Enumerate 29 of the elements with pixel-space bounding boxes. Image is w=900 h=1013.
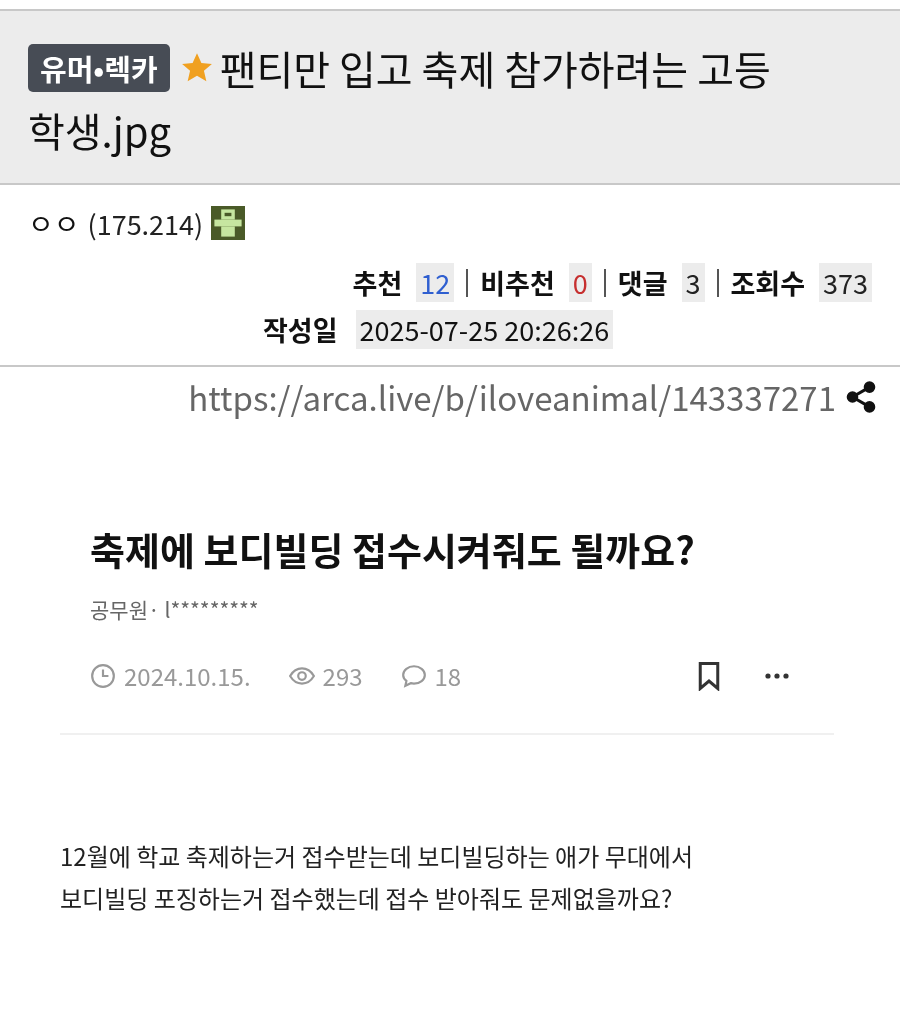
category-tag[interactable]: 유머•렉카 — [28, 44, 170, 92]
author-name[interactable]: ㅇㅇ — [28, 203, 80, 243]
speech-bubble-icon — [400, 662, 427, 689]
post-url[interactable]: https://arca.live/b/iloveanimal/143337271 — [188, 373, 836, 421]
stat-value: 12 — [416, 263, 455, 302]
stat-label: 조회수 — [730, 263, 806, 302]
stat-value: 3 — [681, 263, 705, 302]
pixel-avatar-icon — [211, 206, 246, 240]
date-label: 작성일 — [263, 310, 338, 349]
question-author: 공무원· l********* — [90, 594, 260, 624]
bookmark-icon[interactable] — [696, 660, 722, 691]
post-title-line: 팬티만 입고 축제 참가하려는 고등 — [219, 38, 771, 99]
stat-value: 0 — [568, 263, 592, 302]
stat-label: 댓글 — [617, 263, 668, 302]
clock-icon — [90, 662, 116, 689]
view-count: 293 — [322, 658, 363, 693]
question-title: 축제에 보디빌딩 접수시켜줘도 될까요? — [90, 521, 696, 576]
stat-value: 373 — [819, 263, 872, 302]
more-icon[interactable] — [764, 671, 790, 680]
question-body-line: 12월에 학교 축제하는거 접수받는데 보디빌딩하는 애가 무대에서 — [60, 837, 693, 875]
ip-text: (175.214) — [87, 203, 204, 243]
post-title-line: 학생.jpg — [28, 100, 172, 161]
share-icon[interactable] — [844, 380, 878, 414]
question-date: 2024.10.15. — [124, 658, 251, 693]
question-body-line: 보디빌딩 포징하는거 접수했는데 접수 받아줘도 문제없을까요? — [60, 879, 673, 917]
stat-label: 비추천 — [480, 263, 555, 302]
stat-label: 추천 — [352, 263, 403, 302]
comment-count: 18 — [434, 658, 462, 693]
date-value: 2025-07-25 20:26:26 — [355, 310, 614, 349]
